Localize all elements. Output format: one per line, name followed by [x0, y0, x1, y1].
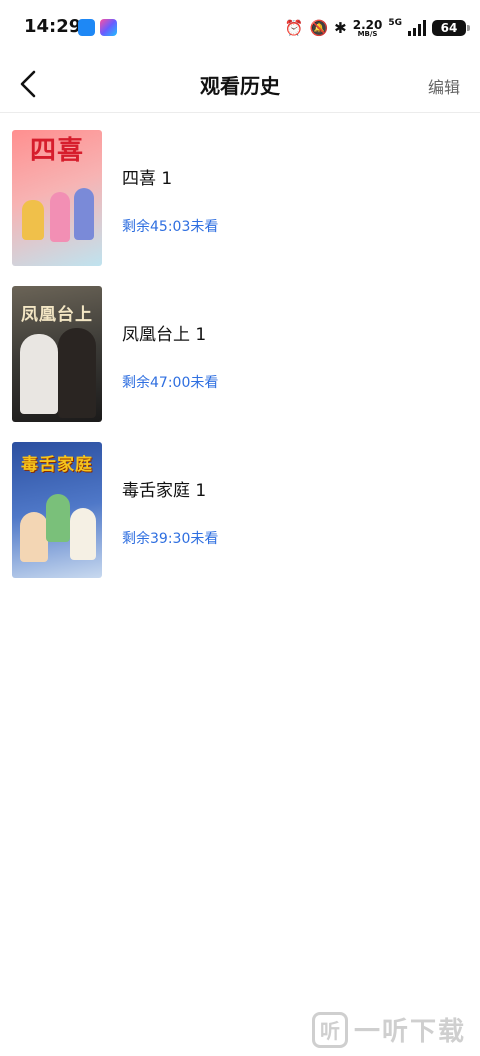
app-notification-icon — [100, 19, 117, 36]
history-list: 四喜 四喜 1 剩余45:03未看 凤凰台上 凤凰台上 1 剩余47:00未看 … — [0, 130, 480, 598]
edit-button[interactable]: 编辑 — [428, 74, 460, 98]
history-item[interactable]: 凤凰台上 凤凰台上 1 剩余47:00未看 — [0, 286, 480, 442]
app-notification-icon — [78, 19, 95, 36]
history-item[interactable]: 毒舌家庭 毒舌家庭 1 剩余39:30未看 — [0, 442, 480, 598]
history-item-progress: 剩余45:03未看 — [122, 219, 219, 235]
status-icons: ⏰ 🔕 ✱ 2.20 MB/S 5G 64 — [284, 16, 470, 40]
network-speed-unit: MB/S — [357, 29, 378, 38]
poster-thumbnail[interactable]: 四喜 — [12, 130, 102, 266]
history-item-title: 毒舌家庭 1 — [122, 481, 207, 501]
watermark-logo-icon: 听 — [311, 1011, 348, 1048]
history-item[interactable]: 四喜 四喜 1 剩余45:03未看 — [0, 130, 480, 286]
mute-icon: 🔕 — [309, 18, 329, 37]
header-bar: 观看历史 编辑 — [0, 56, 480, 113]
network-type: 5G — [388, 18, 402, 28]
network-speed: 2.20 MB/S — [353, 19, 383, 38]
watermark: 听 一听下载 — [311, 1011, 466, 1048]
page-title: 观看历史 — [200, 74, 280, 98]
alarm-icon: ⏰ — [284, 18, 304, 37]
status-time: 14:29 — [24, 16, 82, 37]
poster-thumbnail[interactable]: 凤凰台上 — [12, 286, 102, 422]
history-item-progress: 剩余47:00未看 — [122, 375, 219, 391]
battery-icon: 64 — [432, 20, 470, 36]
poster-title-art: 凤凰台上 — [21, 305, 93, 325]
poster-thumbnail[interactable]: 毒舌家庭 — [12, 442, 102, 578]
history-item-title: 四喜 1 — [122, 169, 173, 189]
signal-icon — [408, 20, 426, 36]
network-speed-value: 2.20 — [352, 17, 383, 32]
history-item-title: 凤凰台上 1 — [122, 325, 207, 345]
watermark-text: 一听下载 — [353, 1017, 466, 1047]
history-item-progress: 剩余39:30未看 — [122, 531, 219, 547]
poster-title-art: 毒舌家庭 — [21, 455, 93, 475]
status-bar: 14:29 ⏰ 🔕 ✱ 2.20 MB/S 5G 64 — [0, 0, 480, 56]
bluetooth-icon: ✱ — [334, 18, 347, 37]
poster-title-art: 四喜 — [29, 136, 84, 166]
